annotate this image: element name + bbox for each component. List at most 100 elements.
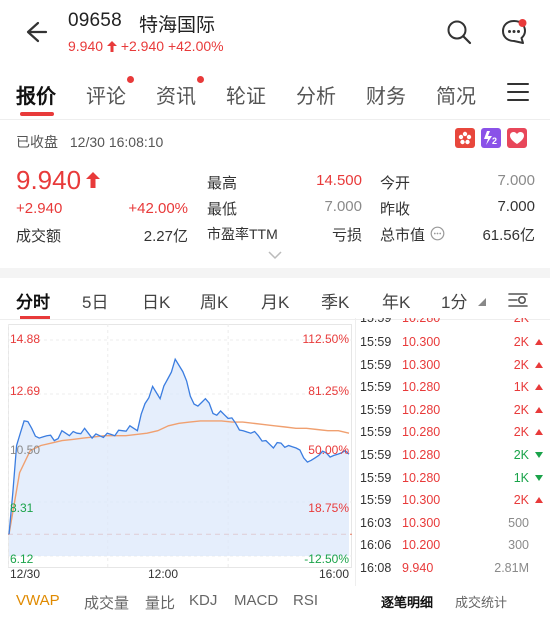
- market-status: 已收盘 12/30 16:08:10: [16, 132, 163, 152]
- turnover-label: 成交额: [16, 228, 62, 245]
- header-change-pct: +42.00%: [167, 38, 224, 54]
- tab-weekly-k[interactable]: 周K: [200, 288, 228, 313]
- indicator-kdj[interactable]: KDJ: [189, 592, 217, 609]
- tab-warrants[interactable]: 轮证: [226, 80, 266, 109]
- favorite-icon[interactable]: [507, 128, 527, 148]
- trade-price: 10.300: [402, 335, 441, 349]
- y2-label-2: 81.25%: [308, 384, 349, 398]
- market-status-time: 12/30 16:08:10: [69, 134, 164, 150]
- indicator-vwap[interactable]: VWAP: [16, 592, 60, 609]
- trade-price: 10.300: [402, 515, 441, 530]
- tab-trade-stats[interactable]: 成交统计: [455, 592, 507, 611]
- x-label-end: 16:00: [318, 567, 349, 581]
- indicator-macd[interactable]: MACD: [234, 592, 278, 609]
- tab-quarterly-k[interactable]: 季K: [321, 288, 349, 313]
- chart-settings-icon[interactable]: [507, 290, 529, 310]
- tab-yearly-k[interactable]: 年K: [382, 288, 410, 313]
- trade-volume: 2K: [513, 335, 529, 349]
- info-icon[interactable]: [430, 226, 445, 241]
- chat-icon[interactable]: [500, 18, 528, 46]
- buy-arrow-icon: [535, 384, 543, 391]
- prev-close-label: 昨收: [380, 201, 411, 218]
- indicator-volume[interactable]: 成交量: [84, 592, 129, 613]
- hk-flag-icon[interactable]: [455, 128, 475, 148]
- trade-time: 15:59: [360, 425, 392, 440]
- indicator-rsi[interactable]: RSI: [293, 592, 318, 609]
- header-change: +2.940: [120, 38, 165, 54]
- trade-time: 16:06: [360, 538, 392, 553]
- header: 09658 特海国际 9.940 +2.940 +42.00%: [0, 0, 550, 62]
- trade-time: 15:59: [360, 357, 392, 372]
- section-divider: [0, 268, 550, 278]
- trade-price: 10.300: [402, 357, 441, 372]
- indicator-tabs: VWAP 成交量 量比 KDJ MACD RSI: [0, 588, 355, 616]
- y-label-2: 12.69: [10, 384, 41, 398]
- tab-comments[interactable]: 评论: [86, 80, 126, 109]
- low-label: 最低: [207, 201, 238, 218]
- trade-volume: 1K: [513, 470, 529, 485]
- trade-time: 15:59: [360, 335, 392, 349]
- sell-arrow-icon: [535, 474, 543, 481]
- tab-quote[interactable]: 报价: [16, 80, 56, 109]
- trade-row: 15:59 10.300 2K: [356, 355, 550, 377]
- trade-row: 15:59 10.280 2K: [356, 422, 550, 444]
- tab-tick-details[interactable]: 逐笔明细: [381, 592, 433, 611]
- y-label-bottom: 6.12: [10, 552, 34, 566]
- trade-price: 10.280: [402, 380, 441, 395]
- tab-daily-k[interactable]: 日K: [142, 288, 170, 313]
- trade-volume: 2K: [513, 357, 529, 372]
- buy-arrow-icon: [535, 429, 543, 436]
- tab-active-indicator: [20, 112, 54, 116]
- prev-close-value: 7.000: [497, 198, 535, 215]
- x-label-start: 12/30: [10, 567, 41, 581]
- trade-time: 15:59: [360, 380, 392, 395]
- pe-value: 亏损: [331, 227, 362, 244]
- trade-volume: 300: [508, 538, 529, 553]
- trade-volume: 2K: [513, 425, 529, 440]
- trade-time: 15:59: [360, 448, 392, 462]
- header-price-line: 9.940 +2.940 +42.00%: [68, 38, 224, 54]
- tab-intraday[interactable]: 分时: [16, 288, 50, 313]
- tab-5day[interactable]: 5日: [82, 288, 108, 313]
- tab-profile[interactable]: 简况: [436, 80, 476, 109]
- dropdown-triangle-icon[interactable]: [478, 298, 486, 306]
- quote-change: +2.940: [16, 200, 63, 217]
- open-value: 7.000: [497, 172, 535, 189]
- back-arrow-icon[interactable]: [20, 18, 48, 46]
- trade-volume: 1K: [513, 380, 529, 395]
- menu-icon[interactable]: [507, 82, 529, 102]
- level2-icon[interactable]: 2: [481, 128, 501, 148]
- intraday-chart[interactable]: 14.88 12.69 10.50 8.31 6.12 112.50% 81.2…: [8, 324, 352, 582]
- trade-volume: 2K: [513, 402, 529, 417]
- notification-dot: [197, 76, 204, 83]
- trade-price: 10.280: [402, 402, 441, 417]
- indicator-volume-ratio[interactable]: 量比: [145, 592, 175, 613]
- trade-volume: 2K: [513, 448, 529, 462]
- trade-time: 16:08: [360, 561, 392, 575]
- trade-row: 16:03 10.300 500: [356, 513, 550, 535]
- tab-monthly-k[interactable]: 月K: [261, 288, 289, 313]
- trade-row: 15:59 10.280 2K: [356, 400, 550, 422]
- search-icon[interactable]: [446, 19, 472, 45]
- stock-code: 09658: [68, 10, 122, 31]
- tab-1min[interactable]: 1分: [441, 288, 467, 313]
- trade-row: 15:59 10.300 2K: [356, 332, 550, 354]
- trade-ticks-list[interactable]: 15:59 10.280 2K 15:59 10.300 2K 15:59 10.300 2K…: [355, 318, 550, 586]
- tab-news[interactable]: 资讯: [156, 80, 196, 109]
- trade-row: 15:59 10.280 2K: [356, 445, 550, 467]
- expand-chevron-icon[interactable]: [268, 251, 282, 260]
- header-price: 9.940: [68, 38, 104, 54]
- tab-analysis[interactable]: 分析: [296, 80, 336, 109]
- trade-time: 15:59: [360, 402, 392, 417]
- up-arrow-icon: [86, 172, 100, 188]
- trade-tabs: 逐笔明细 成交统计: [355, 588, 550, 614]
- market-status-text: 已收盘: [16, 134, 58, 150]
- tab-financials[interactable]: 财务: [366, 80, 406, 109]
- y2-label-4: 18.75%: [308, 501, 349, 515]
- y-label-4: 8.31: [10, 501, 34, 515]
- turnover-value: 2.27亿: [143, 228, 188, 245]
- stock-name: 特海国际: [139, 15, 216, 36]
- buy-arrow-icon: [535, 497, 543, 504]
- sell-arrow-icon: [535, 452, 543, 458]
- buy-arrow-icon: [535, 361, 543, 368]
